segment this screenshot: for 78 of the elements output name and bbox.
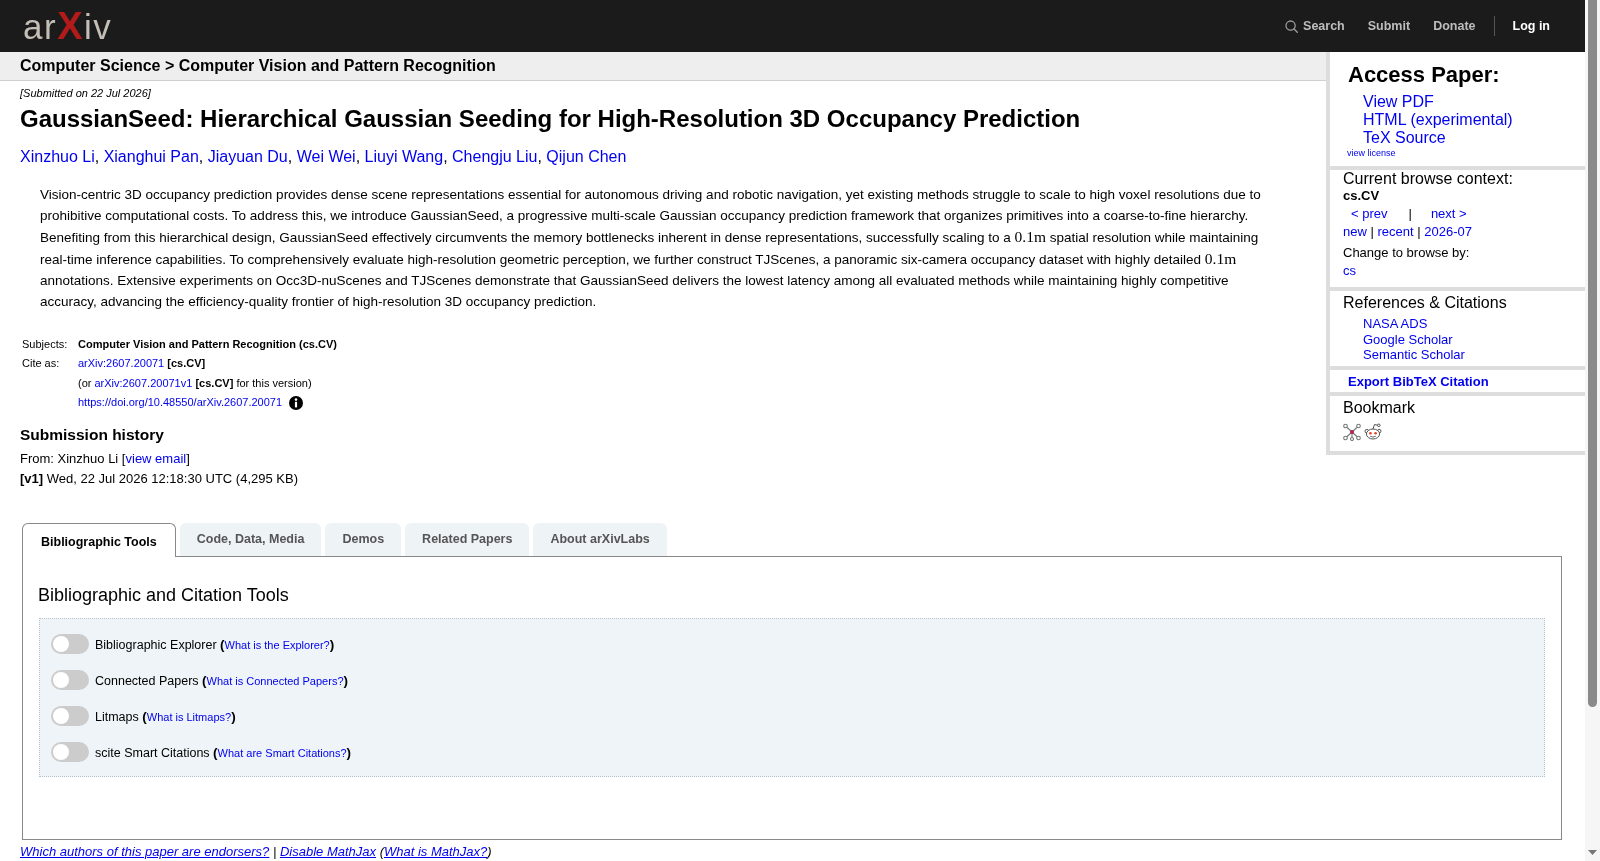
reference-link[interactable]: Semantic Scholar (1363, 347, 1465, 363)
citation-link[interactable]: arXiv:2607.20071v1 (94, 373, 193, 393)
nav-link[interactable]: Donate (1433, 19, 1476, 33)
metadata-value: arXiv:2607.20071 [cs.CV] (78, 354, 337, 374)
metadata-label: Subjects: (22, 337, 69, 352)
tool-label: Connected Papers (What is Connected Papers?) (95, 672, 348, 688)
author-link[interactable]: Xianghui Pan (103, 148, 199, 165)
site-logo[interactable]: arXiv (23, 5, 113, 47)
next-link[interactable]: next > (1430, 206, 1467, 221)
tab[interactable]: Bibliographic Tools (22, 523, 176, 558)
sidebar-heading: Bookmark (1343, 398, 1417, 417)
tab[interactable]: Code, Data, Media (179, 523, 322, 557)
metadata-label: Cite as: (22, 356, 61, 372)
sidebar-heading: References & Citations (1343, 294, 1508, 312)
license-link[interactable]: view license (1347, 147, 1396, 159)
scroll-down-arrow-icon[interactable] (1588, 850, 1597, 855)
period-link[interactable]: 2026-07 (1424, 224, 1472, 239)
reference-link[interactable]: NASA ADS (1363, 316, 1428, 332)
browse-context-label: cs.CV (1343, 188, 1381, 204)
help-link[interactable]: What are Smart Citations? (217, 746, 347, 759)
period-link[interactable]: new (1343, 224, 1367, 239)
network-icon[interactable] (1343, 422, 1361, 441)
login-link[interactable]: Log in (1512, 19, 1550, 33)
submitter-line: From: Xinzhuo Li [view email] (20, 450, 191, 469)
help-link[interactable]: What is Connected Papers? (206, 674, 344, 687)
scrollbar-thumb[interactable] (1588, 0, 1597, 707)
metadata-value: Computer Vision and Pattern Recognition (cs.CV) (78, 337, 337, 352)
citation-link[interactable]: https://doi.org/10.48550/arXiv.2607.20071 (78, 392, 283, 413)
footer-link[interactable]: Disable MathJax (279, 844, 377, 860)
download-link[interactable]: HTML (experimental) (1363, 111, 1513, 129)
tab[interactable]: About arXivLabs (533, 523, 667, 557)
help-link[interactable]: What is Litmaps? (146, 710, 232, 723)
toggle-switch[interactable] (51, 742, 89, 763)
category-link[interactable]: cs (1343, 263, 1356, 278)
paper-title: GaussianSeed: Hierarchical Gaussian Seeding for High-Resolution 3D Occupancy Prediction (20, 105, 1082, 133)
toggle-switch[interactable] (51, 670, 89, 691)
period-links-line: new | recent | 2026-07 (1343, 224, 1473, 240)
tool-label: scite Smart Citations (What are Smart Citations?) (95, 744, 352, 760)
author-list: Xinzhuo Li, Xianghui Pan, Jiayuan Du, Wei Wei, Liuyi Wang, Chengju Liu, Qijun Chen (20, 147, 1326, 167)
abstract-text: Vision-centric 3D occupancy prediction provides dense scene representations essential for autonomous driving and robotic navigation, yet existing methods struggle to scale to high voxel resolutions due to prohibitive computational costs. To address this, we introduce GaussianSeed, a progressive multi-scale Gaussian occupancy prediction framework that organizes primitives into a coarse-to-fine hierarchy. Benefiting from this hierarchical design, GaussianSeed effectively circumvents the memory bottlenecks inherent in dense representations, successfully scaling to a 0.1m spatial resolution while maintaining real-time inference capabilities. To comprehensively evaluate high-resolution geometric perception, we further construct TJScenes, a panoramic six-camera occupancy dataset with highly detailed 0.1m annotations. Extensive experiments on Occ3D-nuScenes and TJScenes demonstrate that GaussianSeed delivers the lowest latency among all evaluated methods while maintaining highly competitive accuracy, advancing the efficiency-quality frontier of high-resolution 3D occupancy prediction. (40, 186, 1262, 311)
download-link[interactable]: View PDF (1363, 93, 1434, 111)
section-heading: Submission history (20, 425, 165, 446)
sidebar-heading: Current browse context: (1343, 170, 1514, 188)
author-link[interactable]: Qijun Chen (546, 148, 627, 165)
tab[interactable]: Demos (325, 523, 402, 557)
toggle-switch[interactable] (51, 706, 89, 727)
author-link[interactable]: Jiayuan Du (207, 148, 288, 165)
prev-link[interactable]: < prev (1351, 206, 1388, 221)
help-link[interactable]: What is the Explorer? (224, 638, 330, 651)
pager-line: < prev | next > (1350, 206, 1468, 222)
author-link[interactable]: Liuyi Wang (364, 148, 444, 165)
citation-link[interactable]: arXiv:2607.20071 (78, 354, 165, 374)
sidebar-heading: Access Paper: (1348, 62, 1501, 88)
download-link[interactable]: TeX Source (1363, 129, 1446, 147)
search-icon (1285, 19, 1299, 33)
tab[interactable]: Related Papers (405, 523, 530, 557)
info-icon[interactable] (289, 395, 304, 410)
nav-link[interactable]: Submit (1367, 19, 1411, 33)
tool-label: Bibliographic Explorer (What is the Explorer?) (95, 636, 335, 652)
scrollbar[interactable] (1585, 0, 1600, 861)
tool-label: Litmaps (What is Litmaps?) (95, 708, 236, 724)
author-link[interactable]: Wei Wei (296, 148, 356, 165)
export-citation-link[interactable]: Export BibTeX Citation (1348, 373, 1489, 389)
author-link[interactable]: Xinzhuo Li (20, 148, 95, 165)
metadata-value: (or arXiv:2607.20071v1 [cs.CV] for this version) (78, 373, 337, 393)
panel-heading: Bibliographic and Citation Tools (38, 584, 290, 607)
breadcrumb-heading: Computer Science > Computer Vision and Pattern Recognition (0, 52, 1326, 81)
period-link[interactable]: recent (1377, 224, 1414, 239)
submission-date: [Submitted on 22 Jul 2026] (20, 86, 152, 100)
author-link[interactable]: Chengju Liu (452, 148, 538, 165)
toggle-switch[interactable] (51, 634, 89, 655)
version-line: [v1] Wed, 22 Jul 2026 12:18:30 UTC (4,295 KB) (20, 469, 299, 488)
footer-note: Which authors of this paper are endorsers? | Disable MathJax (What is MathJax?) (20, 844, 493, 861)
footer-link[interactable]: Which authors of this paper are endorsers? (20, 844, 270, 860)
browse-by-label: Change to browse by: (1343, 245, 1471, 261)
alien-head-icon[interactable] (1364, 422, 1382, 441)
reference-link[interactable]: Google Scholar (1363, 331, 1453, 347)
search-button[interactable]: Search (1285, 19, 1345, 33)
